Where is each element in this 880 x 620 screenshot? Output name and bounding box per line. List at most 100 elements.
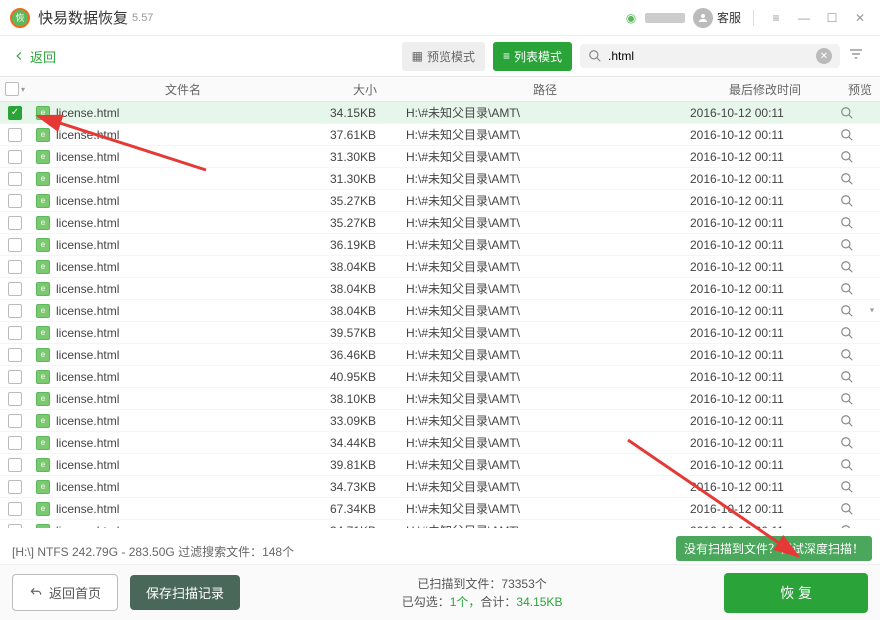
row-checkbox[interactable] bbox=[8, 502, 22, 516]
preview-button[interactable] bbox=[840, 128, 880, 142]
row-checkbox[interactable] bbox=[8, 392, 22, 406]
preview-button[interactable] bbox=[840, 172, 880, 186]
file-size: 31.30KB bbox=[330, 172, 400, 186]
file-name: license.html bbox=[56, 304, 119, 318]
magnifier-icon bbox=[840, 150, 854, 164]
file-time: 2016-10-12 00:11 bbox=[690, 414, 840, 428]
preview-button[interactable] bbox=[840, 458, 880, 472]
file-name: license.html bbox=[56, 238, 119, 252]
preview-button[interactable] bbox=[840, 326, 880, 340]
col-size[interactable]: 大小▾ bbox=[330, 81, 400, 98]
row-checkbox[interactable] bbox=[8, 128, 22, 142]
row-checkbox[interactable] bbox=[8, 216, 22, 230]
file-time: 2016-10-12 00:11 bbox=[690, 370, 840, 384]
row-checkbox[interactable] bbox=[8, 150, 22, 164]
magnifier-icon bbox=[840, 370, 854, 384]
magnifier-icon bbox=[840, 502, 854, 516]
list-mode-button[interactable]: ≡ 列表模式 bbox=[493, 42, 572, 71]
customer-service[interactable]: 客服 bbox=[693, 8, 741, 28]
row-checkbox[interactable] bbox=[8, 194, 22, 208]
back-link[interactable]: 返回 bbox=[12, 47, 56, 66]
preview-button[interactable] bbox=[840, 282, 880, 296]
save-scan-label: 保存扫描记录 bbox=[146, 586, 224, 601]
file-size: 39.81KB bbox=[330, 458, 400, 472]
file-size: 40.95KB bbox=[330, 370, 400, 384]
table-row[interactable]: elicense.html38.10KBH:\#未知父目录\AMT\2016-1… bbox=[0, 388, 880, 410]
preview-button[interactable] bbox=[840, 414, 880, 428]
preview-button[interactable] bbox=[840, 106, 880, 120]
preview-button[interactable] bbox=[840, 502, 880, 516]
save-scan-button[interactable]: 保存扫描记录 bbox=[130, 575, 240, 610]
magnifier-icon bbox=[840, 282, 854, 296]
preview-button[interactable] bbox=[840, 480, 880, 494]
file-path: H:\#未知父目录\AMT\ bbox=[400, 236, 690, 253]
select-all-checkbox[interactable]: ▾ bbox=[0, 82, 30, 96]
row-checkbox[interactable] bbox=[8, 238, 22, 252]
preview-button[interactable] bbox=[840, 194, 880, 208]
preview-button[interactable] bbox=[840, 304, 880, 318]
minimize-icon[interactable]: — bbox=[794, 8, 814, 28]
col-path[interactable]: 路径 bbox=[400, 81, 690, 98]
preview-button[interactable] bbox=[840, 238, 880, 252]
search-box[interactable]: ✕ bbox=[580, 44, 840, 68]
table-row[interactable]: elicense.html38.04KBH:\#未知父目录\AMT\2016-1… bbox=[0, 300, 880, 322]
table-row[interactable]: elicense.html36.19KBH:\#未知父目录\AMT\2016-1… bbox=[0, 234, 880, 256]
maximize-icon[interactable]: ☐ bbox=[822, 8, 842, 28]
col-name[interactable]: 文件名 bbox=[30, 81, 330, 98]
row-checkbox[interactable]: ✓ bbox=[8, 106, 22, 120]
preview-button[interactable] bbox=[840, 348, 880, 362]
row-checkbox[interactable] bbox=[8, 436, 22, 450]
table-row[interactable]: elicense.html35.27KBH:\#未知父目录\AMT\2016-1… bbox=[0, 190, 880, 212]
table-row[interactable]: elicense.html35.27KBH:\#未知父目录\AMT\2016-1… bbox=[0, 212, 880, 234]
search-input[interactable] bbox=[608, 49, 810, 63]
table-row[interactable]: elicense.html38.04KBH:\#未知父目录\AMT\2016-1… bbox=[0, 256, 880, 278]
annotation-arrow-1 bbox=[26, 110, 226, 180]
notification-block[interactable]: ◉ bbox=[621, 8, 685, 28]
recover-button[interactable]: 恢 复 bbox=[724, 573, 868, 613]
row-checkbox[interactable] bbox=[8, 458, 22, 472]
file-time: 2016-10-12 00:11 bbox=[690, 238, 840, 252]
row-checkbox[interactable] bbox=[8, 326, 22, 340]
close-icon[interactable]: ✕ bbox=[850, 8, 870, 28]
table-row[interactable]: elicense.html38.04KBH:\#未知父目录\AMT\2016-1… bbox=[0, 278, 880, 300]
col-time[interactable]: 最后修改时间 bbox=[690, 81, 840, 98]
row-checkbox[interactable] bbox=[8, 370, 22, 384]
file-size: 38.04KB bbox=[330, 304, 400, 318]
preview-button[interactable] bbox=[840, 524, 880, 529]
row-checkbox[interactable] bbox=[8, 414, 22, 428]
preview-button[interactable] bbox=[840, 392, 880, 406]
file-time: 2016-10-12 00:11 bbox=[690, 304, 840, 318]
magnifier-icon bbox=[840, 436, 854, 450]
preview-button[interactable] bbox=[840, 370, 880, 384]
file-time: 2016-10-12 00:11 bbox=[690, 260, 840, 274]
file-path: H:\#未知父目录\AMT\ bbox=[400, 302, 690, 319]
filter-icon[interactable] bbox=[848, 46, 868, 66]
row-checkbox[interactable] bbox=[8, 260, 22, 274]
file-size: 34.44KB bbox=[330, 436, 400, 450]
clear-search-icon[interactable]: ✕ bbox=[816, 48, 832, 64]
row-checkbox[interactable] bbox=[8, 524, 22, 529]
row-checkbox[interactable] bbox=[8, 172, 22, 186]
preview-button[interactable] bbox=[840, 260, 880, 274]
app-version: 5.57 bbox=[132, 12, 153, 24]
table-row[interactable]: elicense.html33.09KBH:\#未知父目录\AMT\2016-1… bbox=[0, 410, 880, 432]
magnifier-icon bbox=[840, 194, 854, 208]
row-checkbox[interactable] bbox=[8, 348, 22, 362]
preview-button[interactable] bbox=[840, 150, 880, 164]
home-button[interactable]: 返回首页 bbox=[12, 574, 118, 611]
table-row[interactable]: elicense.html40.95KBH:\#未知父目录\AMT\2016-1… bbox=[0, 366, 880, 388]
table-row[interactable]: elicense.html39.57KBH:\#未知父目录\AMT\2016-1… bbox=[0, 322, 880, 344]
html-file-icon: e bbox=[36, 370, 50, 384]
preview-button[interactable] bbox=[840, 436, 880, 450]
table-row[interactable]: elicense.html36.46KBH:\#未知父目录\AMT\2016-1… bbox=[0, 344, 880, 366]
file-path: H:\#未知父目录\AMT\ bbox=[400, 104, 690, 121]
row-checkbox[interactable] bbox=[8, 480, 22, 494]
file-path: H:\#未知父目录\AMT\ bbox=[400, 214, 690, 231]
bottom-bar: 返回首页 保存扫描记录 已扫描到文件：73353个 已勾选：1个，合计：34.1… bbox=[0, 564, 880, 620]
preview-mode-button[interactable]: ▦ 预览模式 bbox=[402, 42, 485, 71]
preview-button[interactable] bbox=[840, 216, 880, 230]
magnifier-icon bbox=[840, 326, 854, 340]
row-checkbox[interactable] bbox=[8, 282, 22, 296]
menu-icon[interactable]: ≡ bbox=[766, 8, 786, 28]
row-checkbox[interactable] bbox=[8, 304, 22, 318]
